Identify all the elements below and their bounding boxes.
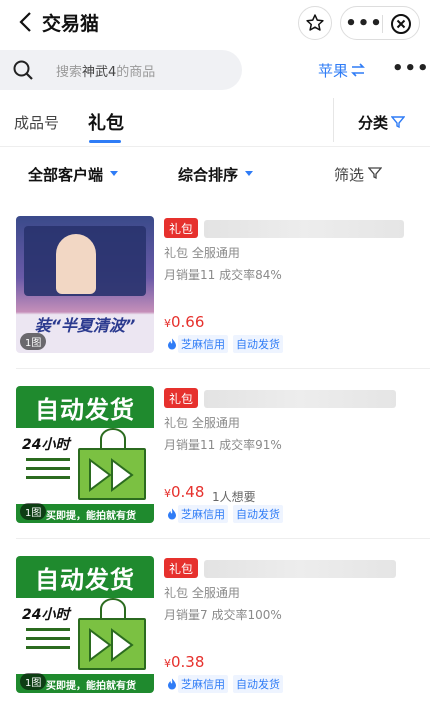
thumbnail-bottom-text: 买即提，能拍就有货 [46,681,136,692]
item-subtitle: 礼包 全服通用 [164,246,240,260]
sesame-credit-badge: 芝麻信用 [178,675,228,693]
list-item[interactable]: 自动发货 24小时 买即提，能拍就有货 1图 礼包 礼包 全服通用 月销量7 成… [0,556,430,724]
item-subtitle: 礼包 全服通用 [164,586,240,600]
image-count-badge: 1图 [20,333,47,350]
filter-funnel-icon [391,116,405,129]
search-placeholder: 搜索神武4的商品 [56,65,156,80]
category-button[interactable]: 分类 [358,112,388,133]
tab-finished-account[interactable]: 成品号 [14,112,59,133]
item-divider [16,368,430,369]
thumbnail-title: 自动发货 [16,386,154,428]
back-arrow-icon[interactable] [16,11,38,33]
star-icon [306,14,324,31]
sesame-credit-badge: 芝麻信用 [178,335,228,353]
client-filter[interactable]: 全部客户端 [28,164,103,185]
thumbnail-24h: 24小时 [22,607,70,623]
gift-tag: 礼包 [164,558,199,578]
gift-bow-icon [100,598,126,620]
flame-icon [168,678,176,690]
capsule-divider [382,15,383,33]
flame-icon [168,508,176,520]
sort-filter-caret-icon [245,171,253,176]
more-options-icon[interactable]: ••• [392,58,430,79]
top-bar: 交易猫 ••• [0,0,430,44]
list-item[interactable]: 自动发货 24小时 买即提，能拍就有货 1图 礼包 礼包 全服通用 月销量11 … [0,386,430,554]
tab-divider [333,98,334,142]
search-bar[interactable]: 搜索神武4的商品 [0,50,242,90]
favorite-button[interactable] [298,6,332,40]
speed-lines [26,458,70,485]
product-thumbnail: 装“半夏清波” 1图 [16,216,154,353]
platform-switch-label[interactable]: 苹果 [318,60,348,81]
item-sales: 月销量7 成交率100% [164,608,282,622]
item-divider [16,538,430,539]
thumbnail-24h: 24小时 [22,437,70,453]
more-icon[interactable]: ••• [345,12,382,34]
client-filter-caret-icon [110,171,118,176]
screen-filter[interactable]: 筛选 [334,164,364,185]
gift-bow-icon [100,428,126,450]
game-character [56,234,96,294]
gift-box-icon [78,448,146,500]
product-thumbnail: 自动发货 24小时 买即提，能拍就有货 1图 [16,386,154,523]
swap-icon[interactable] [351,63,365,77]
item-price: ¥0.38 [164,653,205,671]
auto-delivery-badge: 自动发货 [233,675,283,693]
tabs-divider [0,146,430,147]
list-item[interactable]: 装“半夏清波” 1图 礼包 礼包 全服通用 月销量11 成交率84% ¥0.66… [0,216,430,384]
speed-lines [26,628,70,655]
gift-tag: 礼包 [164,388,199,408]
active-tab-indicator [89,140,121,143]
gift-box-icon [78,618,146,670]
filter-icon [368,167,382,180]
thumbnail-bottom-text: 买即提，能拍就有货 [46,511,136,522]
product-thumbnail: 自动发货 24小时 买即提，能拍就有货 1图 [16,556,154,693]
thumbnail-title: 自动发货 [16,556,154,598]
wants-count: 1人想要 [212,490,256,504]
title-blurred [204,390,396,408]
image-count-badge: 1图 [20,503,47,520]
mini-program-capsule: ••• [340,6,420,40]
title-blurred [204,560,396,578]
flame-icon [168,338,176,350]
tab-gift-pack[interactable]: 礼包 [88,109,124,135]
image-count-badge: 1图 [20,673,47,690]
item-price: ¥0.66 [164,313,205,331]
item-subtitle: 礼包 全服通用 [164,416,240,430]
auto-delivery-badge: 自动发货 [233,335,283,353]
title-blurred [204,220,404,238]
sort-filter[interactable]: 综合排序 [178,164,238,185]
auto-delivery-badge: 自动发货 [233,505,283,523]
search-icon [13,60,33,80]
close-icon[interactable] [389,12,413,36]
item-price: ¥0.48 [164,483,205,501]
app-title: 交易猫 [42,13,100,35]
item-sales: 月销量11 成交率84% [164,268,282,282]
gift-tag: 礼包 [164,218,199,238]
sesame-credit-badge: 芝麻信用 [178,505,228,523]
item-sales: 月销量11 成交率91% [164,438,282,452]
